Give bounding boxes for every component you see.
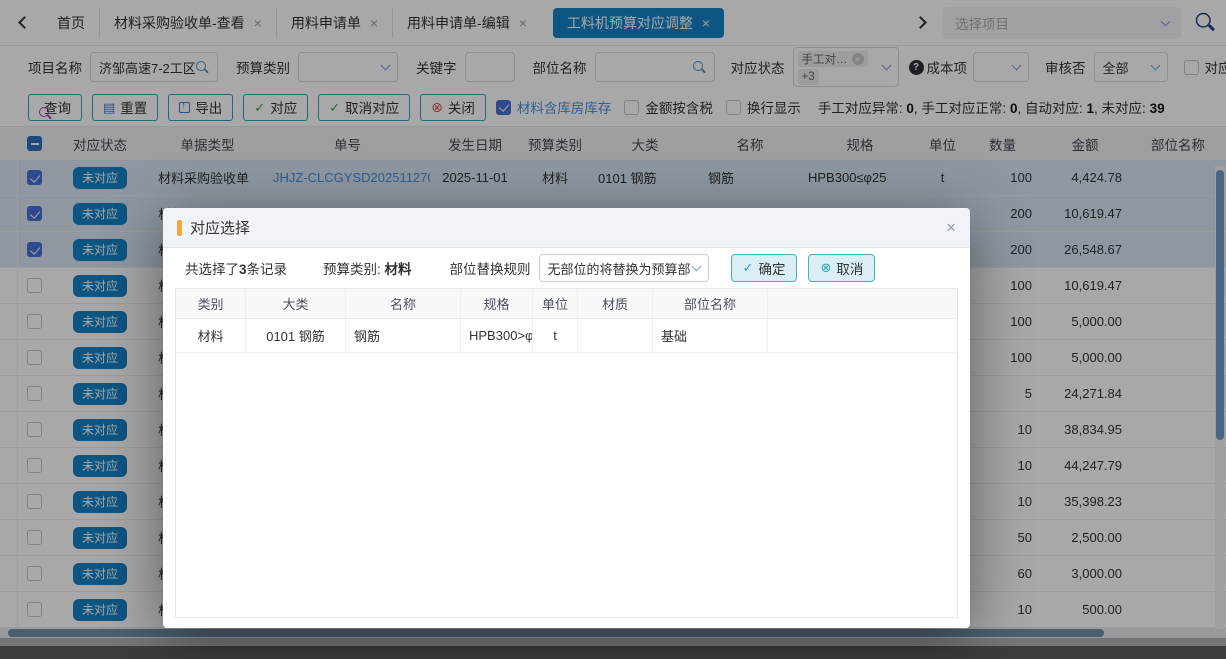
close-icon[interactable]: × xyxy=(946,219,956,236)
rule-value: 无部位的将替换为预算部 xyxy=(548,259,693,278)
category-cell: 材料 xyxy=(176,319,246,352)
column-header: 大类 xyxy=(246,289,346,318)
app-window: 首页材料采购验收单-查看×用料申请单×用料申请单-编辑×工料机预算对应调整× 选… xyxy=(0,0,1226,659)
location-cell: 基础 xyxy=(653,319,768,352)
column-header: 部位名称 xyxy=(653,289,768,318)
location-replace-rule-select[interactable]: 无部位的将替换为预算部 xyxy=(539,254,709,282)
confirm-button[interactable]: ✓确定 xyxy=(731,254,798,282)
check-icon: ✓ xyxy=(743,260,754,276)
column-header: 规格 xyxy=(461,289,533,318)
dialog-header: 对应选择 × xyxy=(163,208,970,248)
column-header: 类别 xyxy=(176,289,246,318)
dialog-table-header: 类别大类名称规格单位材质部位名称 xyxy=(176,289,957,319)
major-cell: 0101 钢筋 xyxy=(246,319,346,352)
budget-label: 预算类别: xyxy=(323,262,381,277)
circle-close-icon: ⊗ xyxy=(820,260,831,276)
chevron-down-icon xyxy=(691,262,701,272)
dialog-title: 对应选择 xyxy=(190,217,250,238)
cancel-button[interactable]: ⊗ 取消 xyxy=(808,254,875,282)
name-cell: 钢筋 xyxy=(346,319,461,352)
material-cell xyxy=(578,319,653,352)
rule-label: 部位替换规则 xyxy=(450,258,531,278)
selected-suffix: 条记录 xyxy=(247,262,288,277)
column-header: 名称 xyxy=(346,289,461,318)
title-accent-bar xyxy=(177,220,182,236)
mapping-selection-dialog: 对应选择 × 共选择了3条记录 预算类别: 材料 部位替换规则 无部位的将替换为… xyxy=(163,208,970,628)
budget-value: 材料 xyxy=(385,262,412,277)
dialog-toolbar: 共选择了3条记录 预算类别: 材料 部位替换规则 无部位的将替换为预算部 ✓确定… xyxy=(163,248,970,288)
budget-category-text: 预算类别: 材料 xyxy=(323,258,412,278)
selected-count: 3 xyxy=(239,262,247,277)
button-label: 取消 xyxy=(836,258,863,278)
selected-prefix: 共选择了 xyxy=(185,262,239,277)
spec-cell: HPB300>φ xyxy=(461,319,533,352)
button-label: 确定 xyxy=(758,258,785,278)
dialog-grid: 类别大类名称规格单位材质部位名称 材料0101 钢筋钢筋HPB300>φt 基础 xyxy=(175,288,958,618)
column-header: 材质 xyxy=(578,289,653,318)
selected-records-text: 共选择了3条记录 xyxy=(185,258,287,278)
column-header: 单位 xyxy=(533,289,578,318)
unit-cell: t xyxy=(533,319,578,352)
dialog-table-body: 材料0101 钢筋钢筋HPB300>φt 基础 xyxy=(176,319,957,353)
dialog-table-row[interactable]: 材料0101 钢筋钢筋HPB300>φt 基础 xyxy=(176,319,957,353)
